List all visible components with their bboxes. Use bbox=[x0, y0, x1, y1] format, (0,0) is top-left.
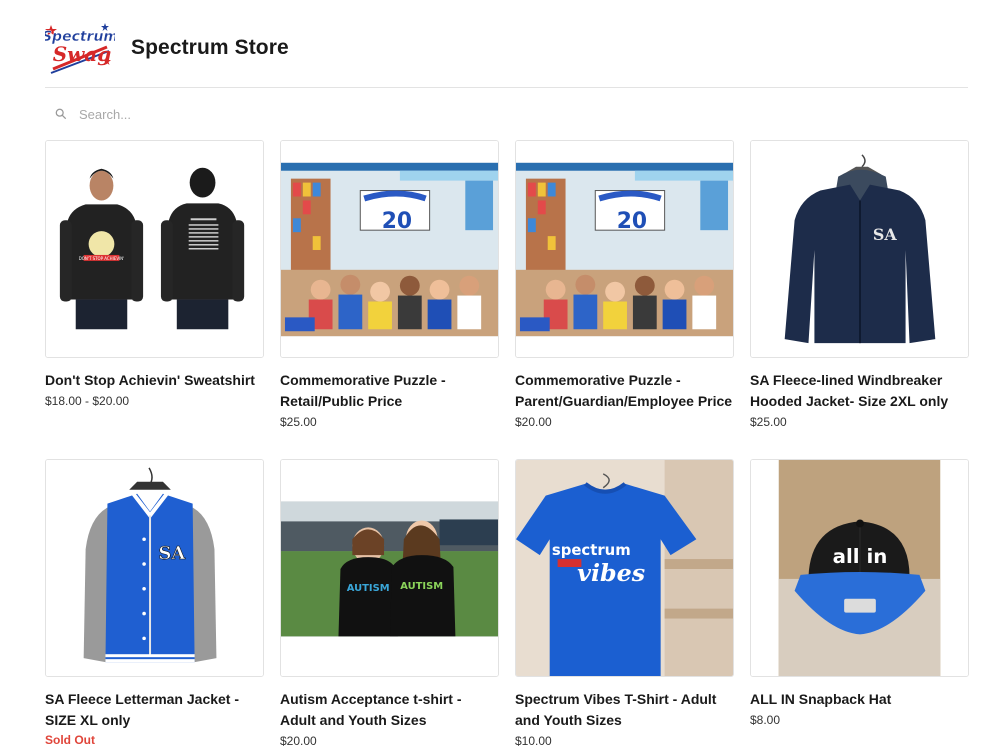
spectrum-swag-logo[interactable]: Spectrum Swag bbox=[42, 17, 118, 79]
svg-text:DON'T STOP ACHIEVIN': DON'T STOP ACHIEVIN' bbox=[79, 256, 124, 261]
product-card[interactable]: AUTISM AUTISM Autism Acceptance t-shirt … bbox=[280, 459, 499, 750]
product-price: $25.00 bbox=[750, 415, 787, 429]
product-price: $18.00 - $20.00 bbox=[45, 394, 130, 408]
product-card[interactable]: all in ALL IN Snapback Hat $8.00 bbox=[750, 459, 969, 729]
product-name[interactable]: Don't Stop Achievin' Sweatshirt bbox=[45, 370, 264, 391]
product-card[interactable]: spectrum vibes Spectrum Vibes T-Shirt - … bbox=[515, 459, 734, 750]
product-price: $10.00 bbox=[515, 734, 552, 748]
product-card[interactable]: 20 Commemorative Puzzle - Parent/Guardia… bbox=[515, 140, 734, 431]
product-price: $20.00 bbox=[515, 415, 552, 429]
svg-text:Swag: Swag bbox=[53, 42, 112, 66]
svg-text:20: 20 bbox=[382, 209, 412, 234]
product-name[interactable]: Autism Acceptance t-shirt - Adult and Yo… bbox=[280, 689, 499, 731]
product-card[interactable]: SA SA Fleece Letterman Jacket - SIZE XL … bbox=[45, 459, 264, 749]
svg-text:SA: SA bbox=[873, 225, 897, 244]
product-price: $20.00 bbox=[280, 734, 317, 748]
product-card[interactable]: SA SA Fleece-lined Windbreaker Hooded Ja… bbox=[750, 140, 969, 431]
svg-text:AUTISM: AUTISM bbox=[400, 581, 443, 592]
svg-text:AUTISM: AUTISM bbox=[347, 583, 390, 594]
product-image-sweatshirt[interactable]: DON'T STOP ACHIEVIN' bbox=[45, 140, 264, 358]
product-image-puzzle-parent[interactable]: 20 bbox=[515, 140, 734, 358]
search-bar bbox=[45, 101, 968, 127]
product-image-spectrum-vibes-tshirt[interactable]: spectrum vibes bbox=[515, 459, 734, 677]
search-input[interactable] bbox=[79, 106, 479, 122]
store-header: Spectrum Swag Spectrum Store bbox=[42, 8, 968, 88]
product-card[interactable]: 20 Commemorative Puzzle - Retail/Public … bbox=[280, 140, 499, 431]
svg-text:SA: SA bbox=[158, 543, 186, 564]
product-price: $25.00 bbox=[280, 415, 317, 429]
svg-text:spectrum: spectrum bbox=[552, 541, 631, 559]
product-name[interactable]: Commemorative Puzzle - Retail/Public Pri… bbox=[280, 370, 499, 412]
store-title: Spectrum Store bbox=[131, 35, 289, 59]
product-name[interactable]: Spectrum Vibes T-Shirt - Adult and Youth… bbox=[515, 689, 734, 731]
svg-text:vibes: vibes bbox=[577, 559, 645, 587]
product-image-puzzle-retail[interactable]: 20 bbox=[280, 140, 499, 358]
search-icon bbox=[55, 107, 69, 121]
sold-out-badge: Sold Out bbox=[45, 733, 95, 747]
product-image-letterman-jacket[interactable]: SA bbox=[45, 459, 264, 677]
product-name[interactable]: SA Fleece-lined Windbreaker Hooded Jacke… bbox=[750, 370, 969, 412]
product-card[interactable]: DON'T STOP ACHIEVIN' Don't Stop Achievin… bbox=[45, 140, 264, 410]
product-image-snapback-hat[interactable]: all in bbox=[750, 459, 969, 677]
svg-text:all in: all in bbox=[833, 545, 888, 568]
product-price: $8.00 bbox=[750, 713, 781, 727]
product-name[interactable]: ALL IN Snapback Hat bbox=[750, 689, 969, 710]
product-name[interactable]: Commemorative Puzzle - Parent/Guardian/E… bbox=[515, 370, 734, 412]
svg-text:20: 20 bbox=[617, 209, 647, 234]
product-image-autism-tshirt[interactable]: AUTISM AUTISM bbox=[280, 459, 499, 677]
product-image-windbreaker[interactable]: SA bbox=[750, 140, 969, 358]
product-name[interactable]: SA Fleece Letterman Jacket - SIZE XL onl… bbox=[45, 689, 264, 731]
